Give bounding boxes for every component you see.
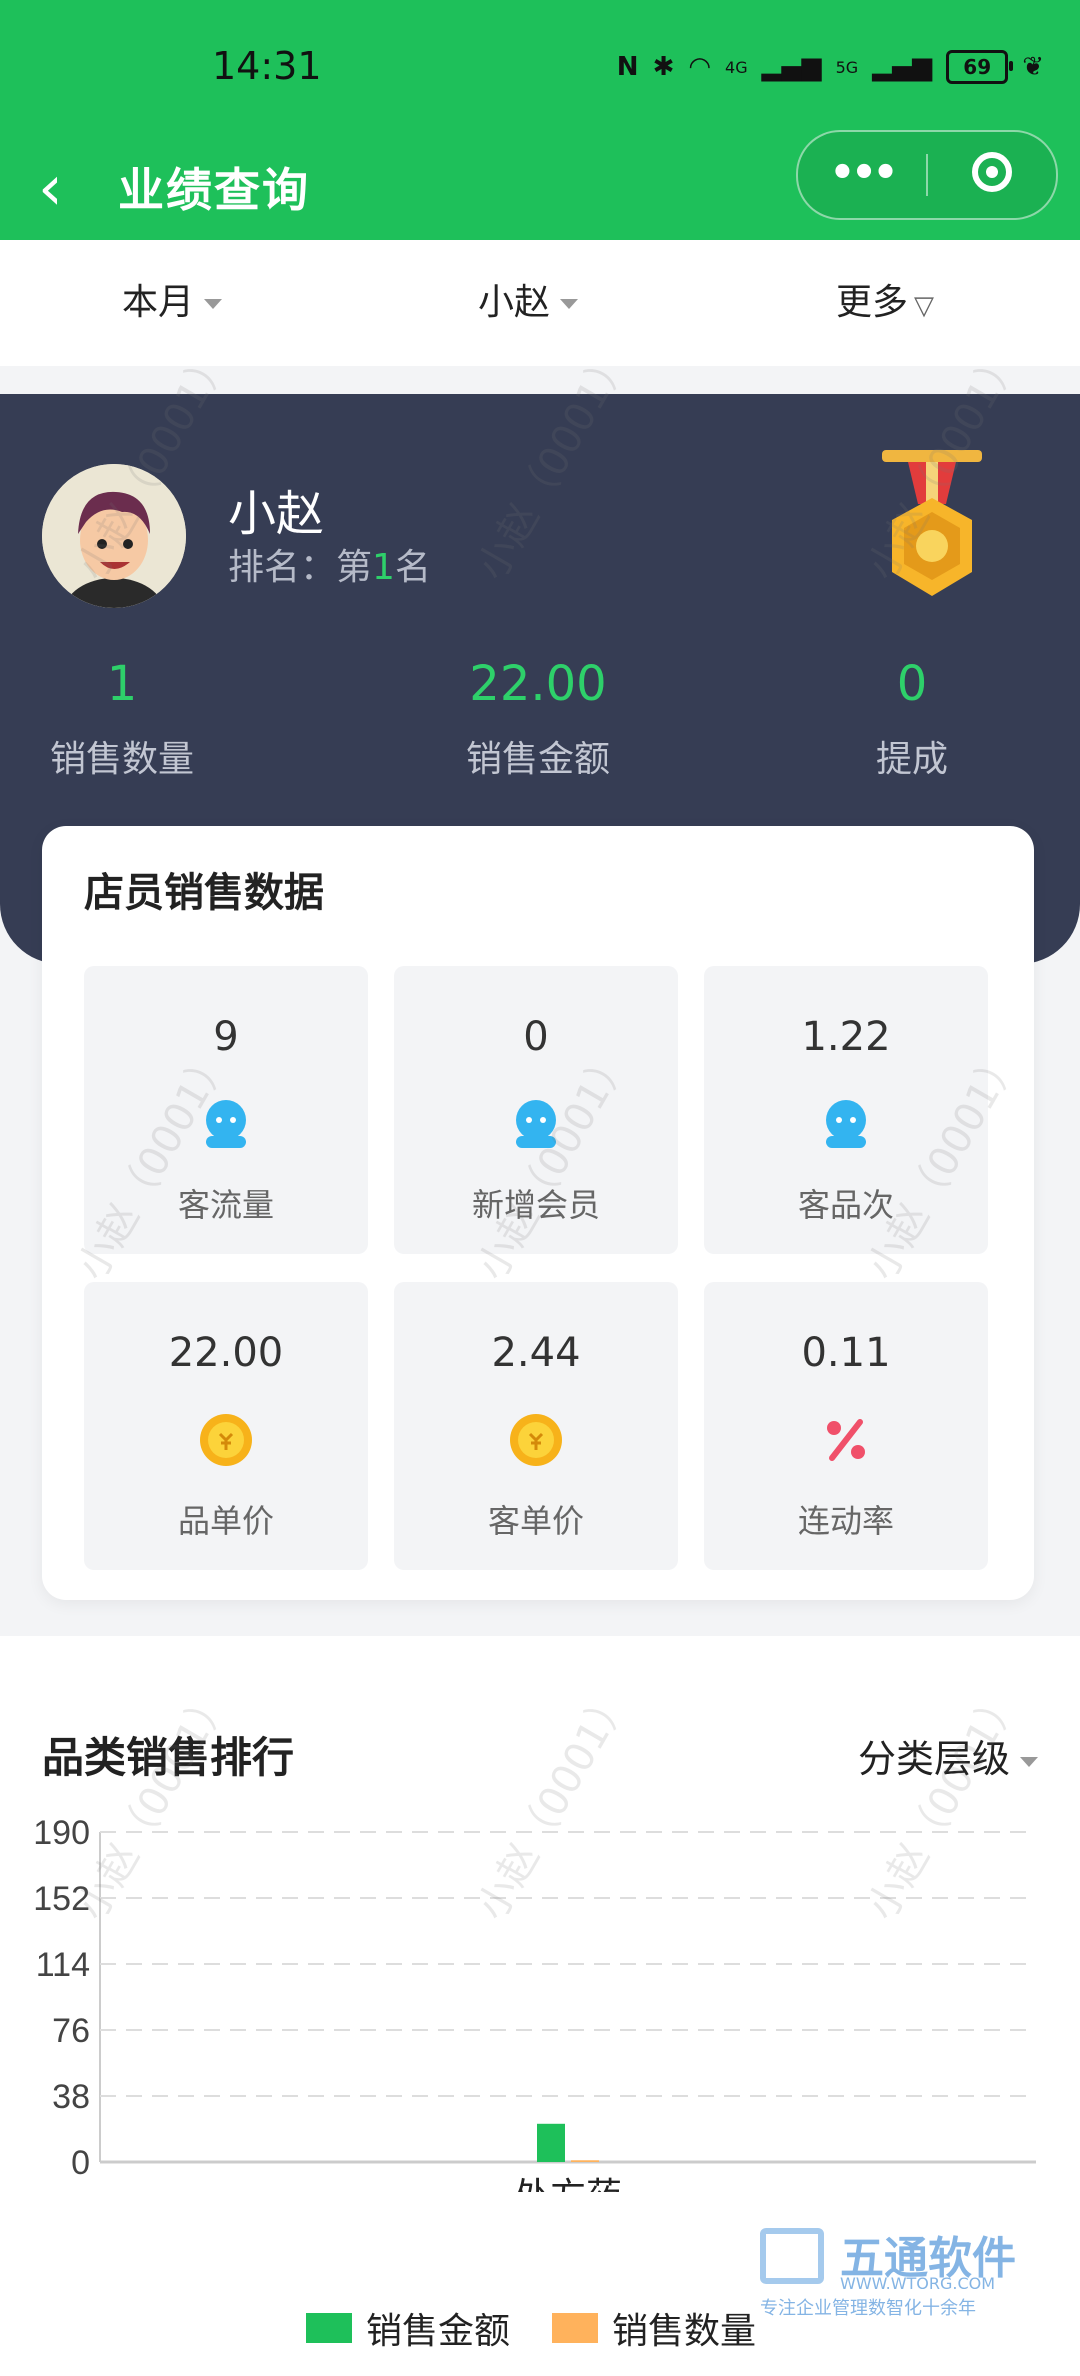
category-level-label: 分类层级 [857, 1737, 1010, 1781]
wifi-icon: ◠ [688, 52, 712, 82]
chevron-down-icon [204, 299, 223, 309]
tile-label: 品单价 [177, 1502, 274, 1540]
avatar [42, 464, 186, 608]
y-tick-label: 152 [33, 1880, 90, 1918]
capsule-divider [926, 154, 928, 196]
card-title: 店员销售数据 [84, 870, 324, 916]
x-tick-label: 处方药 [514, 2175, 622, 2192]
nfc-icon: N [616, 52, 639, 82]
stat-value: 0 [896, 656, 928, 712]
title-bar: ‹ 业绩查询 ••• [0, 130, 1080, 240]
tile-value: 9 [213, 1014, 239, 1060]
rank-prefix: 排名： [228, 547, 337, 588]
stat-label: 销售数量 [49, 739, 194, 780]
legend-label-amount: 销售金额 [366, 2311, 511, 2352]
brand-logo: 五通软件 WWW.WTORG.COM 专注企业管理数智化十余年 [760, 2228, 1060, 2319]
signal-a-icon: ▂▄▆ [761, 52, 822, 82]
battery-icon: 69 [946, 50, 1014, 84]
status-bar: 14:31 N ✱ ◠ 4G ▂▄▆ 5G ▂▄▆ 69 ❦ [0, 0, 1080, 134]
tile-label: 新增会员 [471, 1186, 600, 1224]
stat-commission: 0 提成 [762, 656, 1062, 782]
page-title: 业绩查询 [118, 163, 310, 217]
stat-value: 22.00 [469, 656, 607, 712]
chevron-down-icon [1020, 1756, 1038, 1767]
stat-sales-qty: 1 销售数量 [0, 656, 272, 782]
coin-icon [510, 1414, 562, 1466]
person-icon [826, 1100, 866, 1148]
leaf-icon: ❦ [1022, 52, 1044, 82]
medal-icon [872, 450, 992, 610]
legend-swatch-amount [306, 2313, 352, 2343]
tile-traffic[interactable]: 9 客流量 [84, 966, 368, 1254]
user-name: 小赵 [228, 486, 325, 542]
tile-value: 22.00 [168, 1330, 284, 1376]
tile-unit-price[interactable]: 22.00 品单价 [84, 1282, 368, 1570]
stat-value: 1 [106, 656, 138, 712]
tile-label: 客单价 [487, 1502, 584, 1540]
rank-pre: 第 [336, 547, 373, 588]
tile-joint-rate[interactable]: 0.11 连动率 [704, 1282, 988, 1570]
stat-label: 提成 [875, 739, 948, 780]
y-tick-label: 114 [36, 1946, 90, 1984]
more-filter-button[interactable]: 更多 ▽ [836, 240, 934, 366]
tile-label: 客流量 [177, 1186, 274, 1224]
rank-number: 1 [372, 547, 395, 588]
close-target-icon[interactable] [972, 152, 1012, 192]
y-tick-label: 38 [52, 2078, 90, 2116]
bar-sales-quantity [571, 2160, 599, 2162]
back-chevron-icon[interactable]: ‹ [38, 148, 63, 228]
brand-slogan: 专注企业管理数智化十余年 [760, 2298, 976, 2319]
status-time: 14:31 [212, 44, 322, 88]
period-dropdown[interactable]: 本月 [122, 240, 223, 366]
miniapp-capsule: ••• [796, 130, 1058, 220]
status-icons: N ✱ ◠ 4G ▂▄▆ 5G ▂▄▆ 69 ❦ [617, 50, 1044, 84]
chart-legend: 销售金额 销售数量 [306, 2302, 756, 2354]
staff-sales-card: 店员销售数据 9 客流量 0 新增会员 1.22 客品次 22.00 品单价 2… [42, 826, 1034, 1600]
tile-value: 2.44 [491, 1330, 581, 1376]
category-level-dropdown[interactable]: 分类层级 [858, 1728, 1038, 1783]
tile-new-members[interactable]: 0 新增会员 [394, 966, 678, 1254]
tile-items-per-customer[interactable]: 1.22 客品次 [704, 966, 988, 1254]
stat-label: 销售金额 [465, 739, 610, 780]
tile-value: 0.11 [801, 1330, 891, 1376]
coin-icon [200, 1414, 252, 1466]
staff-dropdown[interactable]: 小赵 [478, 240, 579, 366]
signal-b-label: 5G [835, 57, 859, 77]
bluetooth-icon: ✱ [652, 52, 675, 82]
category-sales-chart: 0 38 76 114 152 190 处方药 [33, 1814, 1036, 2192]
staff-label: 小赵 [478, 282, 551, 323]
tile-customer-price[interactable]: 2.44 客单价 [394, 1282, 678, 1570]
tile-label: 连动率 [797, 1502, 894, 1540]
brand-url: WWW.WTORG.COM [840, 2274, 996, 2293]
tile-value: 0 [523, 1014, 549, 1060]
stat-sales-amount: 22.00 销售金额 [388, 656, 688, 782]
y-tick-label: 76 [52, 2012, 90, 2050]
more-dots-icon[interactable]: ••• [798, 132, 926, 218]
tile-value: 1.22 [801, 1014, 891, 1060]
y-tick-label: 190 [33, 1814, 90, 1852]
funnel-icon: ▽ [914, 291, 935, 321]
person-icon [516, 1100, 556, 1148]
tile-label: 客品次 [797, 1186, 894, 1224]
rank-text: 排名：第1名 [228, 538, 431, 590]
period-label: 本月 [122, 282, 195, 323]
bar-sales-amount [537, 2123, 565, 2162]
brand-mark-icon [760, 2228, 824, 2284]
percent-icon [827, 1419, 865, 1461]
legend-label-quantity: 销售数量 [612, 2311, 757, 2352]
legend-swatch-quantity [552, 2313, 599, 2343]
rank-post: 名 [394, 547, 431, 588]
signal-b-icon: ▂▄▆ [872, 52, 933, 82]
filter-bar: 本月 小赵 更多 ▽ [0, 240, 1080, 366]
y-tick-label: 0 [71, 2144, 90, 2182]
section-title: 品类销售排行 [42, 1733, 295, 1782]
person-icon [206, 1100, 246, 1148]
chevron-down-icon [560, 299, 579, 309]
more-filter-label: 更多 [836, 282, 909, 323]
signal-a-label: 4G [725, 57, 748, 77]
